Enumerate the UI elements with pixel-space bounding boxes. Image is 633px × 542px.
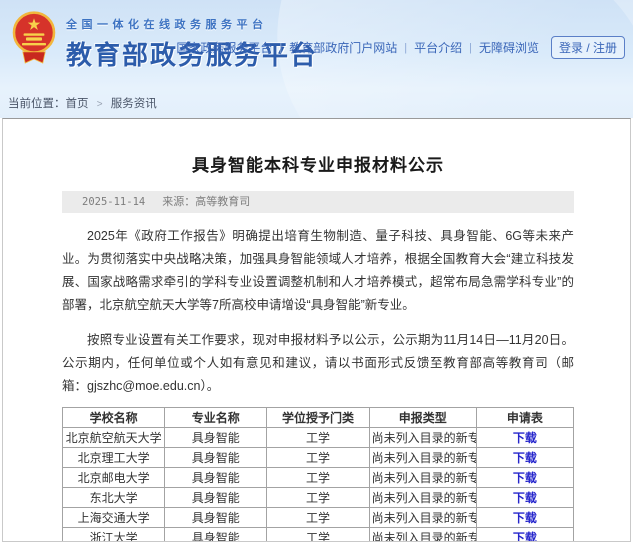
top-nav: 国家政务服务平台 | 教育部政府门户网站 | 平台介绍 | 无障碍浏览 登录 /… bbox=[176, 36, 625, 59]
nav-link-platform-intro[interactable]: 平台介绍 bbox=[414, 39, 462, 56]
application-table: 学校名称 专业名称 学位授予门类 申报类型 申请表 北京航空航天大学具身智能工学… bbox=[62, 407, 574, 542]
site-header: 全国一体化在线政务服务平台 教育部政务服务平台 国家政务服务平台 | 教育部政府… bbox=[0, 0, 633, 118]
download-link[interactable]: 下载 bbox=[513, 431, 537, 445]
major-cell: 具身智能 bbox=[165, 448, 267, 468]
type-cell: 尚未列入目录的新专业 bbox=[369, 508, 476, 528]
nav-separator: | bbox=[469, 42, 472, 54]
degree-cell: 工学 bbox=[267, 428, 369, 448]
download-link[interactable]: 下载 bbox=[513, 531, 537, 542]
type-cell: 尚未列入目录的新专业 bbox=[369, 448, 476, 468]
breadcrumb-separator: > bbox=[97, 99, 103, 110]
article-source: 来源：高等教育司 bbox=[162, 196, 250, 208]
article-meta-bar: 2025-11-14 来源：高等教育司 bbox=[62, 191, 574, 213]
degree-cell: 工学 bbox=[267, 528, 369, 542]
type-cell: 尚未列入目录的新专业 bbox=[369, 428, 476, 448]
nav-separator: | bbox=[279, 42, 282, 54]
col-header-school: 学校名称 bbox=[63, 408, 165, 428]
school-cell: 浙江大学 bbox=[63, 528, 165, 542]
col-header-degree: 学位授予门类 bbox=[267, 408, 369, 428]
breadcrumb: 当前位置：首页 > 服务资讯 bbox=[8, 95, 157, 111]
content-card: 具身智能本科专业申报材料公示 2025-11-14 来源：高等教育司 2025年… bbox=[2, 118, 631, 542]
breadcrumb-home-link[interactable]: 首页 bbox=[66, 98, 89, 110]
school-cell: 北京邮电大学 bbox=[63, 468, 165, 488]
download-link[interactable]: 下载 bbox=[513, 451, 537, 465]
type-cell: 尚未列入目录的新专业 bbox=[369, 488, 476, 508]
major-cell: 具身智能 bbox=[165, 528, 267, 542]
platform-slogan: 全国一体化在线政务服务平台 bbox=[66, 16, 318, 32]
type-cell: 尚未列入目录的新专业 bbox=[369, 528, 476, 542]
major-cell: 具身智能 bbox=[165, 488, 267, 508]
school-cell: 上海交通大学 bbox=[63, 508, 165, 528]
breadcrumb-current: 服务资讯 bbox=[111, 98, 157, 110]
breadcrumb-prefix: 当前位置： bbox=[8, 98, 66, 110]
col-header-form: 申请表 bbox=[476, 408, 573, 428]
table-row: 北京航空航天大学具身智能工学尚未列入目录的新专业 下载 bbox=[63, 428, 574, 448]
table-row: 北京理工大学具身智能工学尚未列入目录的新专业 下载 bbox=[63, 448, 574, 468]
table-header-row: 学校名称 专业名称 学位授予门类 申报类型 申请表 bbox=[63, 408, 574, 428]
download-cell: 下载 bbox=[476, 428, 573, 448]
publish-date: 2025-11-14 bbox=[82, 196, 145, 208]
nav-separator: | bbox=[404, 42, 407, 54]
download-cell: 下载 bbox=[476, 468, 573, 488]
nav-link-national-platform[interactable]: 国家政务服务平台 bbox=[176, 39, 272, 56]
download-cell: 下载 bbox=[476, 508, 573, 528]
degree-cell: 工学 bbox=[267, 508, 369, 528]
download-link[interactable]: 下载 bbox=[513, 471, 537, 485]
download-link[interactable]: 下载 bbox=[513, 491, 537, 505]
col-header-major: 专业名称 bbox=[165, 408, 267, 428]
article-paragraph: 按照专业设置有关工作要求，现对申报材料予以公示，公示期为11月14日—11月20… bbox=[62, 329, 574, 398]
type-cell: 尚未列入目录的新专业 bbox=[369, 468, 476, 488]
table-row: 北京邮电大学具身智能工学尚未列入目录的新专业 下载 bbox=[63, 468, 574, 488]
degree-cell: 工学 bbox=[267, 468, 369, 488]
national-emblem-logo bbox=[10, 10, 58, 73]
article-title: 具身智能本科专业申报材料公示 bbox=[62, 151, 574, 176]
table-row: 上海交通大学具身智能工学尚未列入目录的新专业 下载 bbox=[63, 508, 574, 528]
nav-link-moe-portal[interactable]: 教育部政府门户网站 bbox=[289, 39, 397, 56]
school-cell: 东北大学 bbox=[63, 488, 165, 508]
login-register-button[interactable]: 登录 / 注册 bbox=[551, 36, 625, 59]
degree-cell: 工学 bbox=[267, 448, 369, 468]
download-cell: 下载 bbox=[476, 488, 573, 508]
school-cell: 北京理工大学 bbox=[63, 448, 165, 468]
download-cell: 下载 bbox=[476, 528, 573, 542]
article-paragraph: 2025年《政府工作报告》明确提出培育生物制造、量子科技、具身智能、6G等未来产… bbox=[62, 225, 574, 317]
article-body: 2025年《政府工作报告》明确提出培育生物制造、量子科技、具身智能、6G等未来产… bbox=[62, 225, 574, 398]
degree-cell: 工学 bbox=[267, 488, 369, 508]
major-cell: 具身智能 bbox=[165, 428, 267, 448]
school-cell: 北京航空航天大学 bbox=[63, 428, 165, 448]
download-link[interactable]: 下载 bbox=[513, 511, 537, 525]
table-row: 浙江大学具身智能工学尚未列入目录的新专业 下载 bbox=[63, 528, 574, 542]
major-cell: 具身智能 bbox=[165, 468, 267, 488]
nav-link-accessibility[interactable]: 无障碍浏览 bbox=[479, 39, 539, 56]
col-header-type: 申报类型 bbox=[369, 408, 476, 428]
download-cell: 下载 bbox=[476, 448, 573, 468]
table-body: 北京航空航天大学具身智能工学尚未列入目录的新专业下载北京理工大学具身智能工学尚未… bbox=[63, 428, 574, 542]
major-cell: 具身智能 bbox=[165, 508, 267, 528]
table-row: 东北大学具身智能工学尚未列入目录的新专业 下载 bbox=[63, 488, 574, 508]
